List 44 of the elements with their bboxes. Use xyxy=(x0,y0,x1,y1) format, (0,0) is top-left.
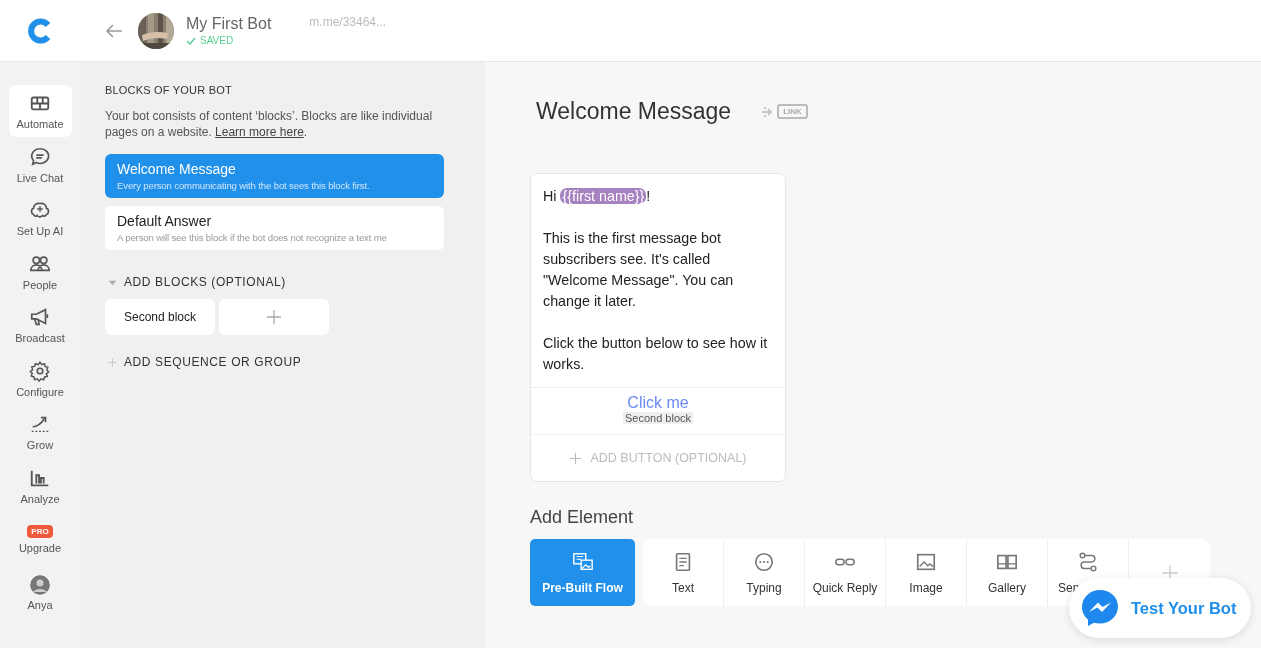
nav-item[interactable]: PRO Upgrade xyxy=(8,513,72,565)
messenger-icon xyxy=(1079,587,1121,629)
element-tile[interactable]: Image xyxy=(886,539,967,606)
avatar-icon xyxy=(30,574,50,595)
add-blocks-heading[interactable]: ADD BLOCKS (OPTIONAL) xyxy=(124,275,286,289)
block-title: Welcome Message xyxy=(536,98,732,125)
intro-text: Your bot consists of content ‘blocks’. Blocks are like individual pages on a website. Learn more here. xyxy=(105,108,434,140)
nav-item[interactable]: Anya xyxy=(8,566,72,619)
section-heading: BLOCKS OF YOUR BOT xyxy=(105,84,233,96)
add-element-heading: Add Element xyxy=(530,507,635,528)
logo-icon[interactable] xyxy=(27,17,53,44)
nav-item[interactable]: Configure xyxy=(8,352,72,405)
nav-item[interactable]: Automate xyxy=(8,85,72,137)
check-icon xyxy=(186,36,196,45)
learn-more-link[interactable]: Learn more here xyxy=(215,125,304,139)
element-tile[interactable]: Typing xyxy=(724,539,805,606)
plus-icon xyxy=(569,451,583,465)
pro-badge: PRO xyxy=(27,524,53,538)
nav-item[interactable]: Live Chat xyxy=(8,138,72,191)
bot-name: My First Bot xyxy=(186,15,272,33)
block-item[interactable]: Default Answer A person will see this block if the bot does not recognize a text me xyxy=(105,206,444,250)
flow-icon xyxy=(571,550,594,573)
megaphone-icon xyxy=(29,306,51,328)
message-text[interactable]: Hi {{first name}}! This is the first message bot subscribers see. It's called "Welcome Message". You can change it later. Click the button below to see how it works. xyxy=(531,174,785,387)
route-icon xyxy=(1077,550,1099,573)
settings-icon xyxy=(29,359,51,382)
nav-item[interactable]: Set Up AI xyxy=(8,192,72,244)
nav-item[interactable]: People xyxy=(8,245,72,298)
ellipsis-bubble-icon xyxy=(753,550,775,573)
nav-item[interactable]: Grow xyxy=(8,406,72,458)
plus-icon xyxy=(108,357,117,367)
nav-item[interactable]: Broadcast xyxy=(8,299,72,351)
element-tile[interactable]: Gallery xyxy=(967,539,1048,606)
element-tile[interactable]: Text xyxy=(643,539,724,606)
chat-bubble-icon xyxy=(29,145,51,168)
block-chip[interactable]: Second block xyxy=(105,299,215,335)
add-block-button[interactable] xyxy=(219,299,329,335)
element-tile[interactable]: Quick Reply xyxy=(805,539,886,606)
add-sequence-link[interactable]: ADD SEQUENCE OR GROUP xyxy=(124,355,302,369)
brain-icon xyxy=(29,199,51,221)
saved-status: SAVED xyxy=(200,35,234,46)
plus-icon xyxy=(266,309,282,325)
button-target-tag: Second block xyxy=(622,412,693,424)
nav-item[interactable]: Analyze xyxy=(8,459,72,512)
